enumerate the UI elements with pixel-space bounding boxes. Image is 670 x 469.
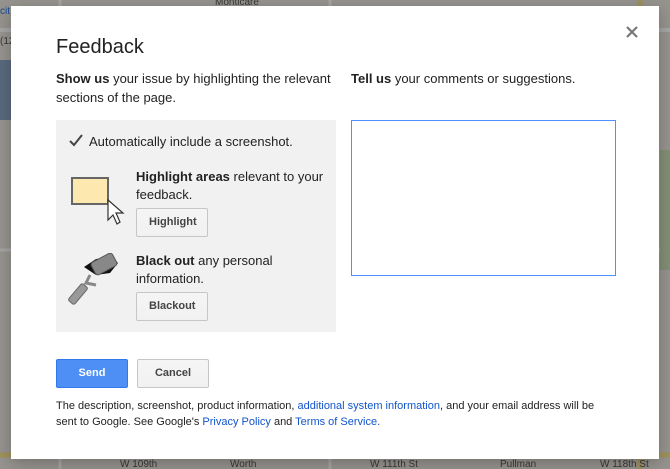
paint-roller-icon: [66, 252, 126, 318]
checkmark-icon: [69, 133, 83, 146]
screenshot-checkbox-row: Automatically include a screenshot.: [68, 133, 293, 149]
cancel-button[interactable]: Cancel: [137, 359, 209, 388]
show-us-label: Show us: [56, 71, 110, 86]
footer-text: and: [270, 416, 296, 428]
dialog-title: Feedback: [56, 36, 144, 58]
comments-textarea[interactable]: [351, 120, 616, 276]
show-us-instructions: Show us your issue by highlighting the r…: [56, 69, 341, 107]
tell-us-instructions: Tell us your comments or suggestions.: [351, 69, 631, 88]
highlight-description: Highlight areas relevant to your feedbac…: [136, 168, 331, 204]
feedback-dialog: Feedback Show us your issue by highlight…: [11, 6, 659, 459]
privacy-policy-link[interactable]: Privacy Policy: [202, 416, 270, 428]
screenshot-checkbox[interactable]: [68, 133, 83, 149]
screenshot-checkbox-label: Automatically include a screenshot.: [89, 134, 293, 149]
privacy-footer: The description, screenshot, product inf…: [56, 398, 616, 430]
highlight-cursor-icon: [70, 176, 130, 231]
terms-of-service-link[interactable]: Terms of Service.: [295, 416, 380, 428]
blackout-button[interactable]: Blackout: [136, 292, 208, 321]
highlight-label: Highlight areas: [136, 169, 230, 184]
footer-text: The description, screenshot, product inf…: [56, 400, 298, 412]
send-button[interactable]: Send: [56, 359, 128, 388]
close-icon[interactable]: [622, 22, 642, 42]
blackout-label: Black out: [136, 253, 195, 268]
blackout-description: Black out any personal information.: [136, 252, 331, 288]
highlight-button[interactable]: Highlight: [136, 208, 208, 237]
screenshot-options-panel: Automatically include a screenshot. High…: [56, 120, 336, 332]
tell-us-text: your comments or suggestions.: [391, 71, 576, 86]
tell-us-label: Tell us: [351, 71, 392, 86]
system-info-link[interactable]: additional system information: [298, 400, 440, 412]
